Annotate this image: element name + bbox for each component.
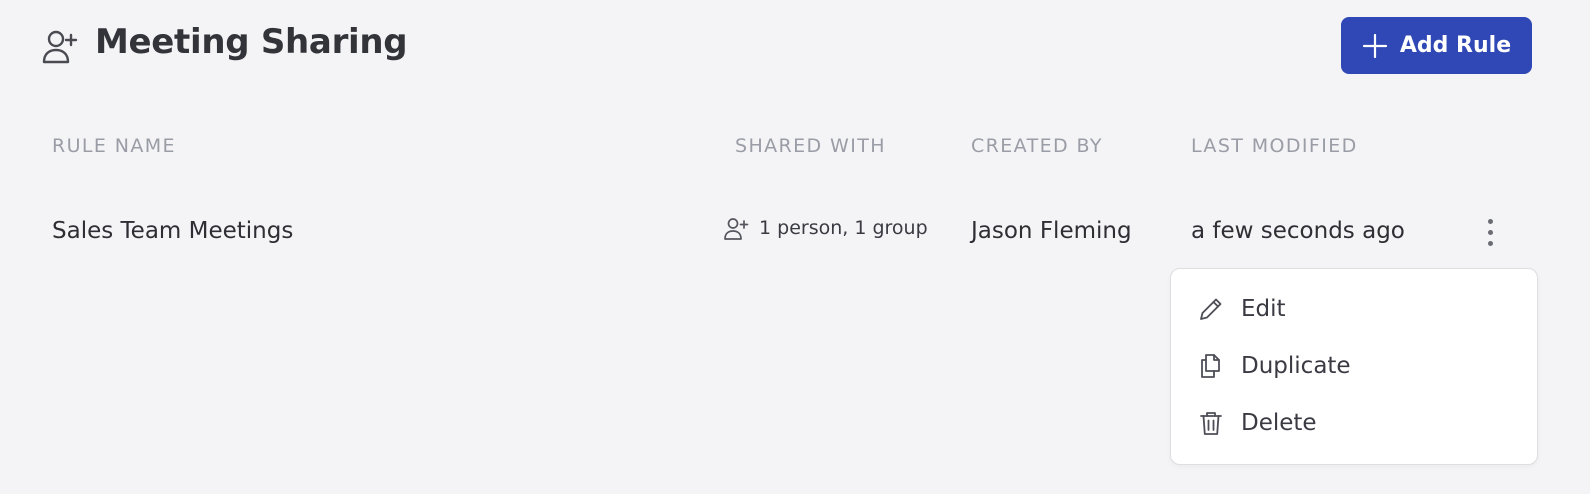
trash-icon [1200,412,1222,435]
menu-item-label: Duplicate [1241,353,1351,379]
menu-item-delete[interactable]: Delete [1197,403,1317,443]
column-header-last-modified: LAST MODIFIED [1191,135,1358,157]
user-plus-icon [724,218,749,240]
user-plus-icon [42,30,78,64]
copy-icon [1201,354,1220,378]
kebab-dot [1487,218,1493,224]
plus-icon [1362,33,1387,58]
meeting-sharing-page: Meeting Sharing Add Rule RULE NAME SHARE… [0,0,1590,494]
page-title: Meeting Sharing [95,22,408,62]
kebab-dot [1487,229,1493,235]
created-by-cell: Jason Fleming [971,218,1132,244]
row-actions-menu: Edit Duplicate Delete [1170,268,1538,465]
menu-item-label: Edit [1241,296,1286,322]
shared-with-cell[interactable]: 1 person, 1 group [723,215,928,241]
add-rule-button[interactable]: Add Rule [1341,17,1532,74]
kebab-dot [1487,240,1493,246]
column-header-shared-with: SHARED WITH [735,135,886,157]
menu-item-edit[interactable]: Edit [1197,289,1286,329]
row-actions-button[interactable] [1472,212,1508,252]
add-rule-label: Add Rule [1399,33,1512,58]
column-header-created-by: CREATED BY [971,135,1103,157]
last-modified-cell: a few seconds ago [1191,218,1405,244]
menu-item-label: Delete [1241,410,1317,436]
menu-item-duplicate[interactable]: Duplicate [1197,346,1351,386]
column-header-rule-name: RULE NAME [52,135,176,157]
shared-with-text: 1 person, 1 group [759,217,928,239]
rule-name-cell[interactable]: Sales Team Meetings [52,218,293,244]
pencil-icon [1200,298,1222,320]
